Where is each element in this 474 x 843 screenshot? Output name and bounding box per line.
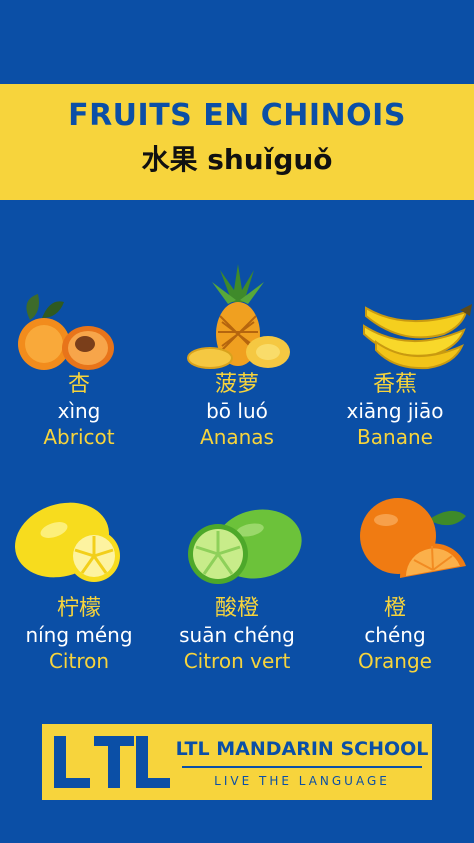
fruit-french: Ananas — [200, 425, 274, 449]
lemon-icon — [0, 496, 158, 596]
fruit-french: Abricot — [43, 425, 115, 449]
fruit-hanzi: 杏 — [67, 372, 90, 397]
fruit-card-lime: 酸橙 suān chéng Citron vert — [158, 496, 316, 674]
apricot-icon — [0, 272, 158, 372]
fruit-card-orange: 橙 chéng Orange — [316, 496, 474, 674]
lime-icon — [158, 496, 316, 596]
fruit-hanzi: 柠檬 — [56, 596, 101, 621]
page-title: FRUITS EN CHINOIS — [68, 98, 406, 133]
pineapple-icon — [158, 264, 316, 372]
fruit-french: Citron — [48, 649, 110, 673]
fruit-pinyin: chéng — [364, 623, 426, 647]
fruit-hanzi: 酸橙 — [214, 596, 259, 621]
fruit-pinyin: bō luó — [206, 399, 268, 423]
fruit-french: Banane — [357, 425, 433, 449]
ltl-logo-mark-icon — [50, 732, 172, 792]
fruit-pinyin: níng méng — [25, 623, 133, 647]
orange-icon — [316, 496, 474, 596]
page-subtitle: 水果 shuǐguǒ — [141, 143, 333, 176]
ltl-logo-banner[interactable]: LTL MANDARIN SCHOOL LIVE THE LANGUAGE — [42, 724, 432, 800]
fruit-card-banana: 香蕉 xiāng jiāo Banane — [316, 272, 474, 450]
fruit-card-lemon: 柠檬 níng méng Citron — [0, 496, 158, 674]
school-name: LTL MANDARIN SCHOOL — [175, 738, 429, 760]
title-banner: FRUITS EN CHINOIS 水果 shuǐguǒ — [0, 84, 474, 200]
fruit-hanzi: 香蕉 — [372, 372, 417, 397]
banana-icon — [316, 272, 474, 372]
top-strip — [0, 0, 474, 84]
fruit-pinyin: xìng — [57, 399, 101, 423]
logo-divider — [182, 766, 422, 768]
fruit-french: Orange — [358, 649, 432, 673]
school-tagline: LIVE THE LANGUAGE — [214, 774, 390, 788]
fruit-french: Citron vert — [183, 649, 291, 673]
fruit-pinyin: xiāng jiāo — [346, 399, 444, 423]
fruit-card-apricot: 杏 xìng Abricot — [0, 272, 158, 450]
fruit-pinyin: suān chéng — [179, 623, 295, 647]
fruit-hanzi: 橙 — [383, 596, 406, 621]
fruit-card-pineapple: 菠萝 bō luó Ananas — [158, 264, 316, 450]
fruit-hanzi: 菠萝 — [214, 372, 259, 397]
